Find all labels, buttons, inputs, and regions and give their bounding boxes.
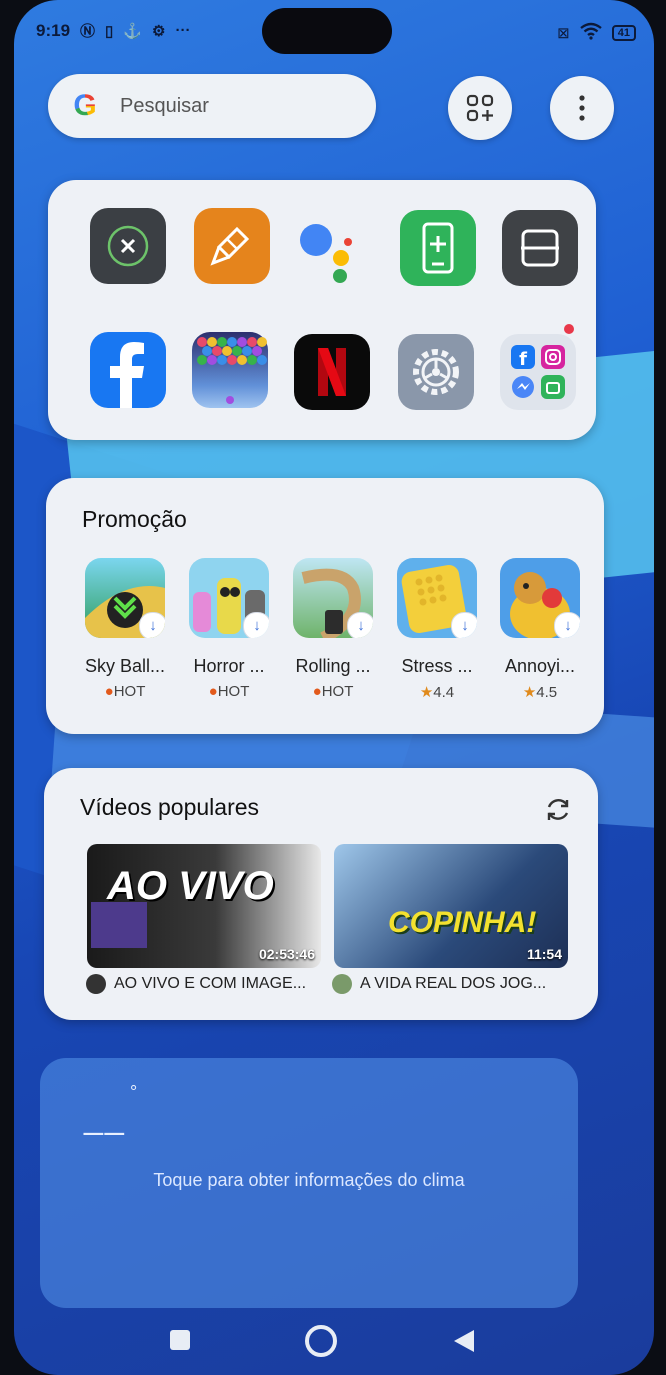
facebook-icon[interactable]	[90, 332, 166, 408]
promo-item[interactable]: ↓ Rolling ... ●HOT	[285, 558, 381, 700]
channel-avatar	[86, 974, 106, 994]
google-assistant-icon[interactable]	[288, 208, 364, 284]
video-thumbnail[interactable]: COPINHA! 11:54	[334, 844, 568, 968]
download-icon: ↓	[139, 612, 165, 638]
social-folder-icon[interactable]: f	[500, 334, 576, 410]
sky-ball-icon: ↓	[85, 558, 165, 638]
degree-symbol: °	[130, 1082, 138, 1102]
annoying-game-icon: ↓	[500, 558, 580, 638]
fire-icon: ●	[312, 683, 322, 700]
download-icon: ↓	[554, 612, 580, 638]
video-duration: 11:54	[526, 946, 562, 962]
wifi-icon	[580, 22, 602, 44]
promo-item-meta: ●HOT	[312, 683, 354, 700]
fire-icon: ●	[208, 683, 218, 700]
horror-game-icon: ↓	[189, 558, 269, 638]
navigation-bar	[0, 1316, 666, 1366]
channel-avatar	[332, 974, 352, 994]
popular-videos-card: Vídeos populares AO VIVO 02:53:46 COPINH…	[44, 768, 598, 1020]
video-title[interactable]: AO VIVO E COM IMAGE...	[86, 974, 306, 994]
settings-icon[interactable]	[398, 334, 474, 410]
promo-item[interactable]: ↓ Horror ... ●HOT	[181, 558, 277, 700]
app-folder-card: f	[48, 180, 596, 440]
scanner-icon[interactable]	[502, 210, 578, 286]
download-icon: ↓	[451, 612, 477, 638]
refresh-icon[interactable]	[544, 796, 572, 829]
widgets-add-icon	[466, 94, 494, 122]
status-time: 9:19	[36, 20, 71, 40]
svg-text:f: f	[519, 349, 527, 370]
back-triangle-icon	[454, 1330, 474, 1352]
weather-widget[interactable]: __ ° Toque para obter informações do cli…	[40, 1058, 578, 1308]
close-app-icon[interactable]	[90, 208, 166, 284]
promo-card: Promoção ↓ Sky Ball... ●HOT ↓ Horror ...…	[46, 478, 604, 734]
videos-title: Vídeos populares	[80, 794, 260, 820]
download-icon: ↓	[243, 612, 269, 638]
promo-item-name: Horror ...	[193, 656, 265, 676]
promo-item-meta: ●HOT	[104, 683, 146, 700]
weather-temperature: __	[84, 1098, 126, 1136]
back-button[interactable]	[452, 1328, 476, 1359]
weather-prompt: Toque para obter informações do clima	[153, 1170, 465, 1190]
promo-item[interactable]: ↓ Sky Ball... ●HOT	[77, 558, 173, 700]
promo-title: Promoção	[82, 506, 187, 532]
promo-item-name: Rolling ...	[295, 656, 371, 676]
status-bar-left: 9:19 Ⓝ ▯ ⚓ ⚙ ···	[36, 20, 190, 41]
promo-item-name: Stress ...	[401, 656, 473, 676]
vertical-dots-icon	[579, 95, 585, 121]
gear-icon: ⚙	[152, 22, 166, 40]
notification-dot	[564, 324, 574, 334]
thumb-text: AO VIVO	[107, 864, 274, 908]
google-logo-icon: G	[68, 89, 102, 123]
stress-game-icon: ↓	[397, 558, 477, 638]
promo-item-name: Annoyi...	[504, 656, 576, 676]
add-widget-button[interactable]	[448, 76, 512, 140]
score-graphic	[91, 902, 147, 948]
promo-item-meta: ★4.4	[419, 684, 455, 701]
status-bar-right: ⊠ 41	[557, 22, 636, 44]
video-thumbnail[interactable]: AO VIVO 02:53:46	[87, 844, 321, 968]
anchor-icon: ⚓	[123, 22, 142, 40]
netflix-icon[interactable]	[294, 334, 370, 410]
search-placeholder: Pesquisar	[120, 94, 209, 117]
nfc-icon: Ⓝ	[80, 23, 96, 40]
more-dots-icon: ···	[175, 22, 191, 39]
camera-notch	[262, 8, 392, 54]
promo-item-meta: ★4.5	[522, 684, 558, 701]
fire-icon: ●	[104, 683, 114, 700]
download-icon: ↓	[347, 612, 373, 638]
thumb-text: COPINHA!	[388, 906, 537, 939]
video-duration: 02:53:46	[258, 946, 315, 962]
video-title[interactable]: A VIDA REAL DOS JOG...	[332, 974, 546, 994]
rolling-game-icon: ↓	[293, 558, 373, 638]
battery-indicator: 41	[611, 25, 636, 41]
phone-manager-icon[interactable]	[400, 210, 476, 286]
star-icon: ★	[419, 684, 434, 701]
promo-item-name: Sky Ball...	[84, 656, 166, 676]
sim-off-icon: ⊠	[557, 25, 570, 42]
more-options-button[interactable]	[550, 76, 614, 140]
promo-item[interactable]: ↓ Stress ... ★4.4	[389, 558, 485, 701]
search-bar[interactable]: G Pesquisar	[48, 74, 376, 138]
recent-apps-button[interactable]	[170, 1330, 190, 1350]
cleaner-icon[interactable]	[194, 208, 270, 284]
promo-item-meta: ●HOT	[208, 683, 250, 700]
home-button[interactable]	[305, 1325, 337, 1357]
promo-item[interactable]: ↓ Annoyi... ★4.5	[492, 558, 588, 701]
star-icon: ★	[522, 684, 537, 701]
bubble-shooter-icon[interactable]	[192, 332, 268, 408]
sim-icon: ▯	[105, 22, 114, 40]
